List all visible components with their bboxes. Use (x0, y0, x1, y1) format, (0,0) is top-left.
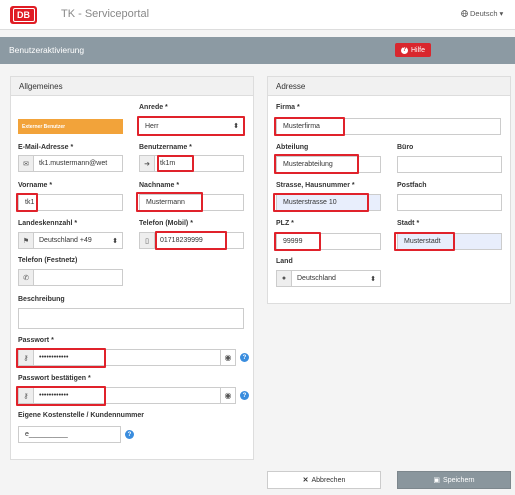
select-arrows-icon: ⬍ (370, 275, 376, 283)
firstname-label: Vorname * (18, 182, 53, 189)
save-button[interactable]: ▣ Speichern (397, 471, 511, 489)
country-code-value: Deutschland +49 (39, 237, 92, 244)
help-button-label: Hilfe (410, 46, 425, 54)
phone-label: Telefon (Festnetz) (18, 257, 78, 264)
country-code-label: Landeskennzahl * (18, 220, 78, 227)
db-logo[interactable]: DB (10, 6, 37, 24)
page-title: Benutzeraktivierung (9, 45, 85, 55)
description-label: Beschreibung (18, 296, 65, 303)
cancel-button-label: Abbrechen (311, 476, 346, 484)
select-arrows-icon: ⬍ (112, 237, 118, 245)
username-label: Benutzername * (139, 144, 192, 151)
password-confirm-label: Passwort bestätigen * (18, 375, 91, 382)
cost-center-help-icon[interactable]: ? (125, 430, 134, 439)
select-arrows-icon: ⬍ (233, 123, 239, 130)
city-label: Stadt * (397, 220, 420, 227)
firstname-highlight (16, 193, 38, 212)
address-panel-heading: Adresse (268, 77, 510, 96)
description-textarea[interactable] (18, 308, 244, 329)
chevron-down-icon: ▾ (499, 9, 504, 18)
help-button[interactable]: ? Hilfe (395, 43, 431, 57)
globe-icon: ● (277, 271, 292, 286)
city-highlight (394, 232, 455, 251)
username-highlight (157, 155, 194, 172)
zip-highlight (274, 232, 321, 251)
cost-center-field[interactable]: e__________ (18, 426, 121, 443)
cost-center-value: e__________ (25, 431, 68, 438)
company-label: Firma * (276, 104, 300, 111)
question-icon: ? (400, 46, 408, 54)
password-confirm-help-icon[interactable]: ? (240, 391, 249, 400)
salutation-select[interactable]: Herr ⬍ (137, 116, 245, 136)
save-button-label: Speichern (443, 476, 475, 484)
email-value: tk1.mustermann@wet (39, 160, 108, 167)
department-highlight (274, 154, 359, 174)
password-highlight (16, 348, 106, 368)
app-title: TK - Serviceportal (61, 8, 150, 20)
close-icon: ✕ (302, 477, 309, 484)
zip-label: PLZ * (276, 220, 294, 227)
sign-in-icon: ➜ (140, 156, 155, 171)
street-label: Strasse, Hausnummer * (276, 182, 355, 189)
language-selector[interactable]: Deutsch ▾ (461, 9, 503, 18)
pobox-field[interactable] (397, 194, 502, 211)
office-label: Büro (397, 144, 414, 151)
cancel-button[interactable]: ✕ Abbrechen (267, 471, 381, 489)
password-confirm-highlight (16, 386, 106, 406)
cost-center-label: Eigene Kostenstelle / Kundennummer (18, 412, 145, 419)
country-select[interactable]: ● Deutschland ⬍ (276, 270, 381, 287)
mobile-label: Telefon (Mobil) * (139, 220, 193, 227)
language-label: Deutsch (470, 9, 498, 18)
external-user-badge: Externer Benutzer (18, 119, 123, 134)
envelope-icon: ✉ (19, 156, 34, 171)
flag-icon: ⚑ (19, 233, 34, 248)
country-code-select[interactable]: ⚑ Deutschland +49 ⬍ (18, 232, 123, 249)
mobile-highlight (155, 231, 227, 250)
street-highlight (273, 193, 369, 212)
floppy-disk-icon: ▣ (433, 477, 441, 484)
email-field[interactable]: ✉ tk1.mustermann@wet (18, 155, 123, 172)
department-label: Abteilung (276, 144, 309, 151)
mobile-icon: ▯ (140, 233, 155, 248)
general-panel-heading: Allgemeines (11, 77, 253, 96)
company-highlight (274, 117, 345, 136)
office-field[interactable] (397, 156, 502, 173)
salutation-label: Anrede * (139, 104, 168, 111)
country-label: Land (276, 258, 293, 265)
salutation-value: Herr (145, 122, 159, 130)
globe-icon (461, 10, 468, 17)
password-label: Passwort * (18, 337, 54, 344)
phone-icon: ✆ (19, 270, 34, 285)
eye-icon[interactable]: ◉ (220, 350, 235, 365)
country-value: Deutschland (297, 275, 336, 282)
phone-field[interactable]: ✆ (18, 269, 123, 286)
lastname-label: Nachname * (139, 182, 180, 189)
password-help-icon[interactable]: ? (240, 353, 249, 362)
email-label: E-Mail-Adresse * (18, 144, 74, 151)
pobox-label: Postfach (397, 182, 427, 189)
lastname-highlight (136, 192, 203, 212)
eye-icon[interactable]: ◉ (220, 388, 235, 403)
